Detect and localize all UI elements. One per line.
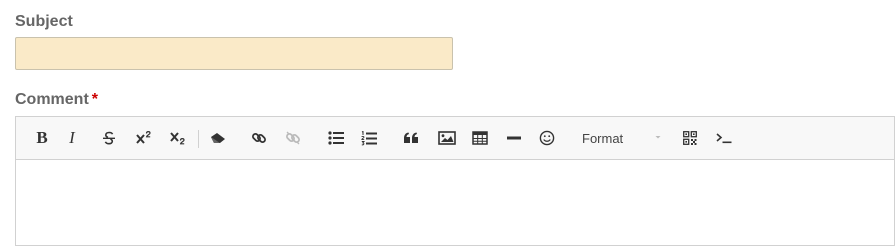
table-button[interactable]: [470, 127, 490, 149]
bulleted-list-button[interactable]: [326, 127, 346, 149]
comment-label-text: Comment: [15, 91, 89, 108]
horizontal-rule-icon: [507, 136, 521, 140]
strikethrough-icon: [103, 131, 115, 145]
emoji-button[interactable]: [537, 127, 557, 149]
numbered-list-icon: [361, 130, 377, 145]
image-button[interactable]: [436, 127, 458, 149]
subscript-button[interactable]: [167, 127, 189, 149]
blockquote-button[interactable]: [401, 127, 421, 149]
italic-button[interactable]: I: [63, 127, 81, 149]
subscript-icon: [170, 132, 185, 145]
format-dropdown[interactable]: Format: [568, 127, 664, 149]
smiley-icon: [539, 130, 555, 146]
eraser-icon: [211, 133, 225, 143]
strikethrough-button[interactable]: [99, 127, 119, 149]
comment-label: Comment *: [15, 91, 98, 109]
link-button[interactable]: [249, 127, 269, 149]
image-icon: [438, 131, 456, 145]
code-button[interactable]: [713, 127, 735, 149]
unlink-button[interactable]: [283, 127, 303, 149]
chevron-down-icon: [655, 136, 661, 139]
table-icon: [472, 131, 488, 145]
numbered-list-button[interactable]: [359, 127, 379, 149]
qr-code-icon: [683, 131, 697, 145]
link-icon: [252, 133, 266, 143]
comment-editor: B I Format: [15, 116, 895, 246]
bulleted-list-icon: [328, 131, 344, 145]
superscript-icon: [136, 130, 151, 144]
blockquote-icon: [404, 132, 418, 143]
terminal-icon: [716, 133, 732, 144]
unlink-icon: [286, 131, 300, 145]
bold-icon: B: [36, 128, 48, 147]
superscript-button[interactable]: [133, 127, 155, 149]
italic-icon: I: [69, 128, 75, 147]
bold-button[interactable]: B: [32, 127, 52, 149]
toolbar-separator: [198, 130, 199, 148]
comment-body[interactable]: [16, 160, 894, 248]
editor-toolbar: B I Format: [16, 117, 894, 160]
subject-label: Subject: [15, 13, 73, 30]
subject-input[interactable]: [15, 37, 453, 70]
format-label: Format: [582, 130, 624, 146]
horizontal-rule-button[interactable]: [504, 127, 524, 149]
qr-code-button[interactable]: [680, 127, 700, 149]
required-marker: *: [91, 91, 99, 108]
remove-format-button[interactable]: [206, 127, 230, 149]
